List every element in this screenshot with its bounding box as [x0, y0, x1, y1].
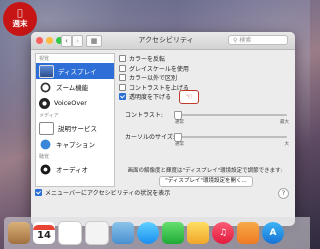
notes-icon[interactable] — [85, 221, 109, 245]
back-button[interactable]: ‹ — [61, 35, 72, 47]
contrast-slider-row: コントラスト: 通常 最大 — [119, 110, 291, 128]
sidebar-section-vision: 視覚 — [39, 56, 50, 62]
calendar-day: 14 — [37, 230, 51, 241]
sidebar-item-zoom[interactable]: ズーム機能 — [36, 79, 114, 95]
option-differentiate-without-color[interactable]: カラー以外で区別 — [119, 73, 291, 83]
option-invert-colors[interactable]: カラーを反転 — [119, 54, 291, 64]
cursor-size-slider-row: カーソルのサイズ: 通常 大 — [119, 132, 291, 150]
option-grayscale[interactable]: グレイスケールを使用 — [119, 64, 291, 74]
sidebar-item-label: 説明サービス — [58, 125, 97, 133]
checkbox-checked[interactable] — [35, 189, 42, 196]
preview-icon[interactable] — [112, 222, 134, 244]
title-bar: ‹ › ▦ アクセシビリティ ⚲ 検索 — [31, 32, 295, 50]
option-label: 透明度を下げる — [129, 94, 172, 102]
option-label: カラーを反転 — [129, 56, 166, 64]
ibooks-icon[interactable] — [237, 222, 259, 244]
cursor-size-slider[interactable] — [174, 133, 287, 142]
contrast-slider[interactable] — [174, 111, 287, 120]
itunes-icon[interactable]: ♫ — [212, 222, 234, 244]
cursor-size-max-label: 大 — [284, 142, 290, 147]
sidebar-item-label: ディスプレイ — [58, 68, 97, 76]
display-settings-pane: カラーを反転 グレイスケールを使用 カラー以外で区別 コントラストを上げる 透明… — [119, 52, 291, 192]
sidebar-item-voiceover[interactable]: VoiceOver — [36, 95, 114, 111]
pointing-hand-icon: ☜ — [179, 90, 199, 104]
option-label: グレイスケールを使用 — [129, 65, 189, 73]
sidebar-section-hearing: 聴覚 — [39, 154, 50, 160]
search-placeholder: 検索 — [239, 37, 252, 44]
voiceover-icon — [39, 97, 50, 109]
reminders-icon[interactable] — [58, 221, 82, 245]
grid-icon: ▦ — [90, 37, 98, 45]
option-label: カラー以外で区別 — [129, 75, 178, 83]
sidebar: 視覚 ディスプレイ ズーム機能 VoiceOver メディア 説明サービス キャ… — [35, 53, 115, 187]
search-icon: ⚲ — [233, 37, 238, 44]
sidebar-item-label: オーディオ — [56, 166, 89, 174]
sidebar-section-media: メディア — [39, 113, 59, 119]
sidebar-item-label: ズーム機能 — [56, 84, 89, 92]
help-button[interactable]: ? — [278, 188, 289, 199]
accessibility-window: ‹ › ▦ アクセシビリティ ⚲ 検索 視覚 ディスプレイ ズーム機能 Voic… — [31, 32, 295, 226]
sidebar-item-display[interactable]: ディスプレイ — [36, 63, 114, 79]
facetime-icon[interactable] — [162, 222, 184, 244]
sidebar-item-label: VoiceOver — [54, 99, 87, 107]
dock: 14 ♫ A — [4, 217, 310, 249]
search-field[interactable]: ⚲ 検索 — [228, 35, 288, 45]
option-increase-contrast[interactable]: コントラストを上げる — [119, 83, 291, 93]
checkbox-checked[interactable] — [119, 93, 126, 101]
badge-text: 週末 — [12, 14, 28, 28]
logo-badge:  週末 — [3, 2, 37, 36]
sidebar-item-descriptions[interactable]: 説明サービス — [36, 120, 114, 136]
show-all-button[interactable]: ▦ — [86, 35, 102, 47]
contrast-max-label: 最大 — [280, 120, 289, 125]
sidebar-item-captions[interactable]: キャプション — [36, 136, 114, 152]
open-display-preferences-button[interactable]: "ディスプレイ"環境設定を開く... — [159, 176, 253, 187]
captions-icon — [39, 138, 52, 150]
close-window-button[interactable] — [36, 37, 43, 44]
calendar-icon[interactable]: 14 — [33, 222, 55, 244]
option-reduce-transparency[interactable]: 透明度を下げる — [119, 92, 291, 102]
contrast-min-label: 通常 — [175, 120, 184, 125]
checkbox[interactable] — [119, 55, 126, 63]
menu-bar-status-option[interactable]: メニューバーにアクセシビリティの状況を表示 — [35, 188, 170, 197]
cursor-size-label: カーソルのサイズ: — [125, 134, 175, 141]
window-title: アクセシビリティ — [138, 36, 194, 44]
zoom-icon — [39, 81, 52, 93]
minimize-window-button[interactable] — [46, 37, 53, 44]
forward-button[interactable]: › — [72, 35, 83, 47]
sidebar-item-audio[interactable]: オーディオ — [36, 161, 114, 177]
apple-icon:  — [17, 10, 22, 19]
checkbox[interactable] — [119, 74, 126, 82]
descriptions-icon — [39, 121, 54, 135]
cursor-size-min-label: 通常 — [175, 142, 184, 147]
audio-icon — [39, 163, 52, 175]
sidebar-item-label: キャプション — [56, 141, 95, 149]
photo-booth-icon[interactable] — [187, 222, 209, 244]
checkbox[interactable] — [119, 64, 126, 72]
checkbox[interactable] — [119, 83, 126, 91]
option-label: メニューバーにアクセシビリティの状況を表示 — [45, 190, 171, 197]
contrast-label: コントラスト: — [125, 112, 163, 119]
messages-icon[interactable] — [137, 222, 159, 244]
display-settings-note: 画面の解像度と輝度は"ディスプレイ"環境設定で調節できます: — [127, 168, 283, 174]
notes-app-icon[interactable] — [8, 222, 30, 244]
display-icon — [39, 64, 54, 78]
app-store-icon[interactable]: A — [262, 222, 284, 244]
